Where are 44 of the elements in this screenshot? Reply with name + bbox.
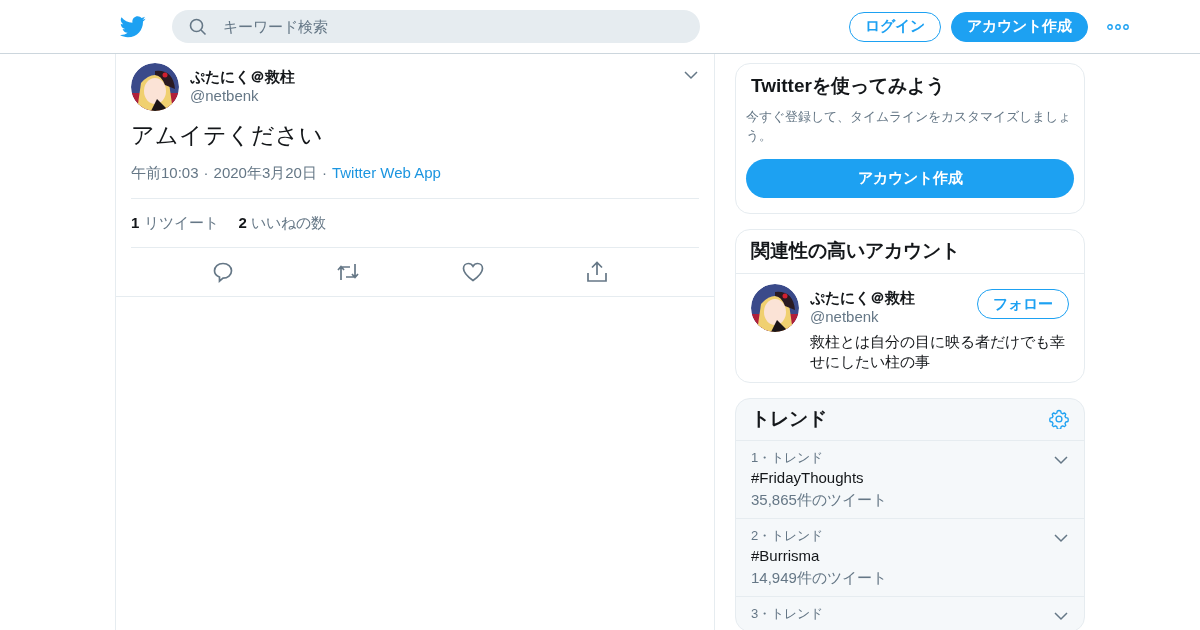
trend-rank: 1・トレンド [751, 449, 825, 467]
tweet-count: 14,949件のツイート [751, 568, 887, 588]
share-icon[interactable] [586, 261, 608, 283]
user-name[interactable]: ぷたにく＠救柱 [190, 67, 684, 86]
bird-logo-icon[interactable] [120, 15, 146, 38]
chevron-down-icon[interactable] [1054, 612, 1068, 621]
card-title: Twitterを使ってみよう [750, 74, 946, 98]
user-bio: 救柱とは自分の目に映る者だけでも幸せにしたい柱の事 [810, 332, 1066, 372]
stat-count[interactable]: 1 リツイート [131, 214, 219, 233]
signup-text: 今すぐ登録して、タイムラインをカスタマイズしましょう。 [746, 108, 1072, 145]
chevron-down-icon[interactable] [1054, 534, 1068, 543]
heart-icon[interactable] [462, 262, 484, 282]
tweet-text: アムイテください [131, 121, 324, 150]
user-handle[interactable]: @netbenk [810, 307, 977, 326]
user-handle[interactable]: @netbenk [190, 86, 684, 105]
tweet-time[interactable]: 午前10:03 [131, 164, 199, 183]
stat-count[interactable]: 2 いいねの数 [238, 214, 327, 233]
chevron-down-icon[interactable] [684, 71, 698, 80]
card-title: 関連性の高いアカウント [736, 230, 1084, 274]
search-field[interactable]: キーワード検索 [172, 10, 700, 43]
user-name[interactable]: ぷたにく＠救柱 [810, 288, 977, 307]
chevron-down-icon[interactable] [1054, 456, 1068, 465]
trend-item[interactable]: 2・トレンド #Burrisma 14,949件のツイート [736, 519, 1084, 597]
follow-button[interactable]: フォロー [977, 289, 1069, 319]
trend-rank: 3・トレンド [751, 605, 824, 623]
trend-item[interactable]: 3・トレンド [736, 597, 1084, 630]
signup-button[interactable]: アカウント作成 [951, 11, 1088, 42]
separator-dot: · [203, 164, 209, 183]
signup-button[interactable]: アカウント作成 [746, 159, 1074, 198]
trend-rank: 2・トレンド [751, 527, 825, 545]
more-icon[interactable] [1107, 23, 1129, 30]
search-icon [189, 18, 207, 36]
tweet-count: 35,865件のツイート [751, 490, 887, 510]
settings-icon[interactable] [1049, 409, 1069, 429]
trend-hashtag[interactable]: #Burrisma [751, 546, 887, 566]
trend-item[interactable]: 1・トレンド #FridayThoughts 35,865件のツイート [736, 441, 1084, 519]
retweet-icon[interactable] [336, 262, 360, 282]
trend-hashtag[interactable]: #FridayThoughts [751, 468, 887, 488]
reply-icon[interactable] [212, 261, 234, 283]
separator-dot: · [321, 164, 327, 183]
tweet-date[interactable]: 2020年3月20日 [213, 164, 317, 183]
source-link[interactable]: Twitter Web App [331, 164, 441, 183]
card-title: トレンド [751, 407, 827, 431]
login-button[interactable]: ログイン [849, 11, 941, 42]
